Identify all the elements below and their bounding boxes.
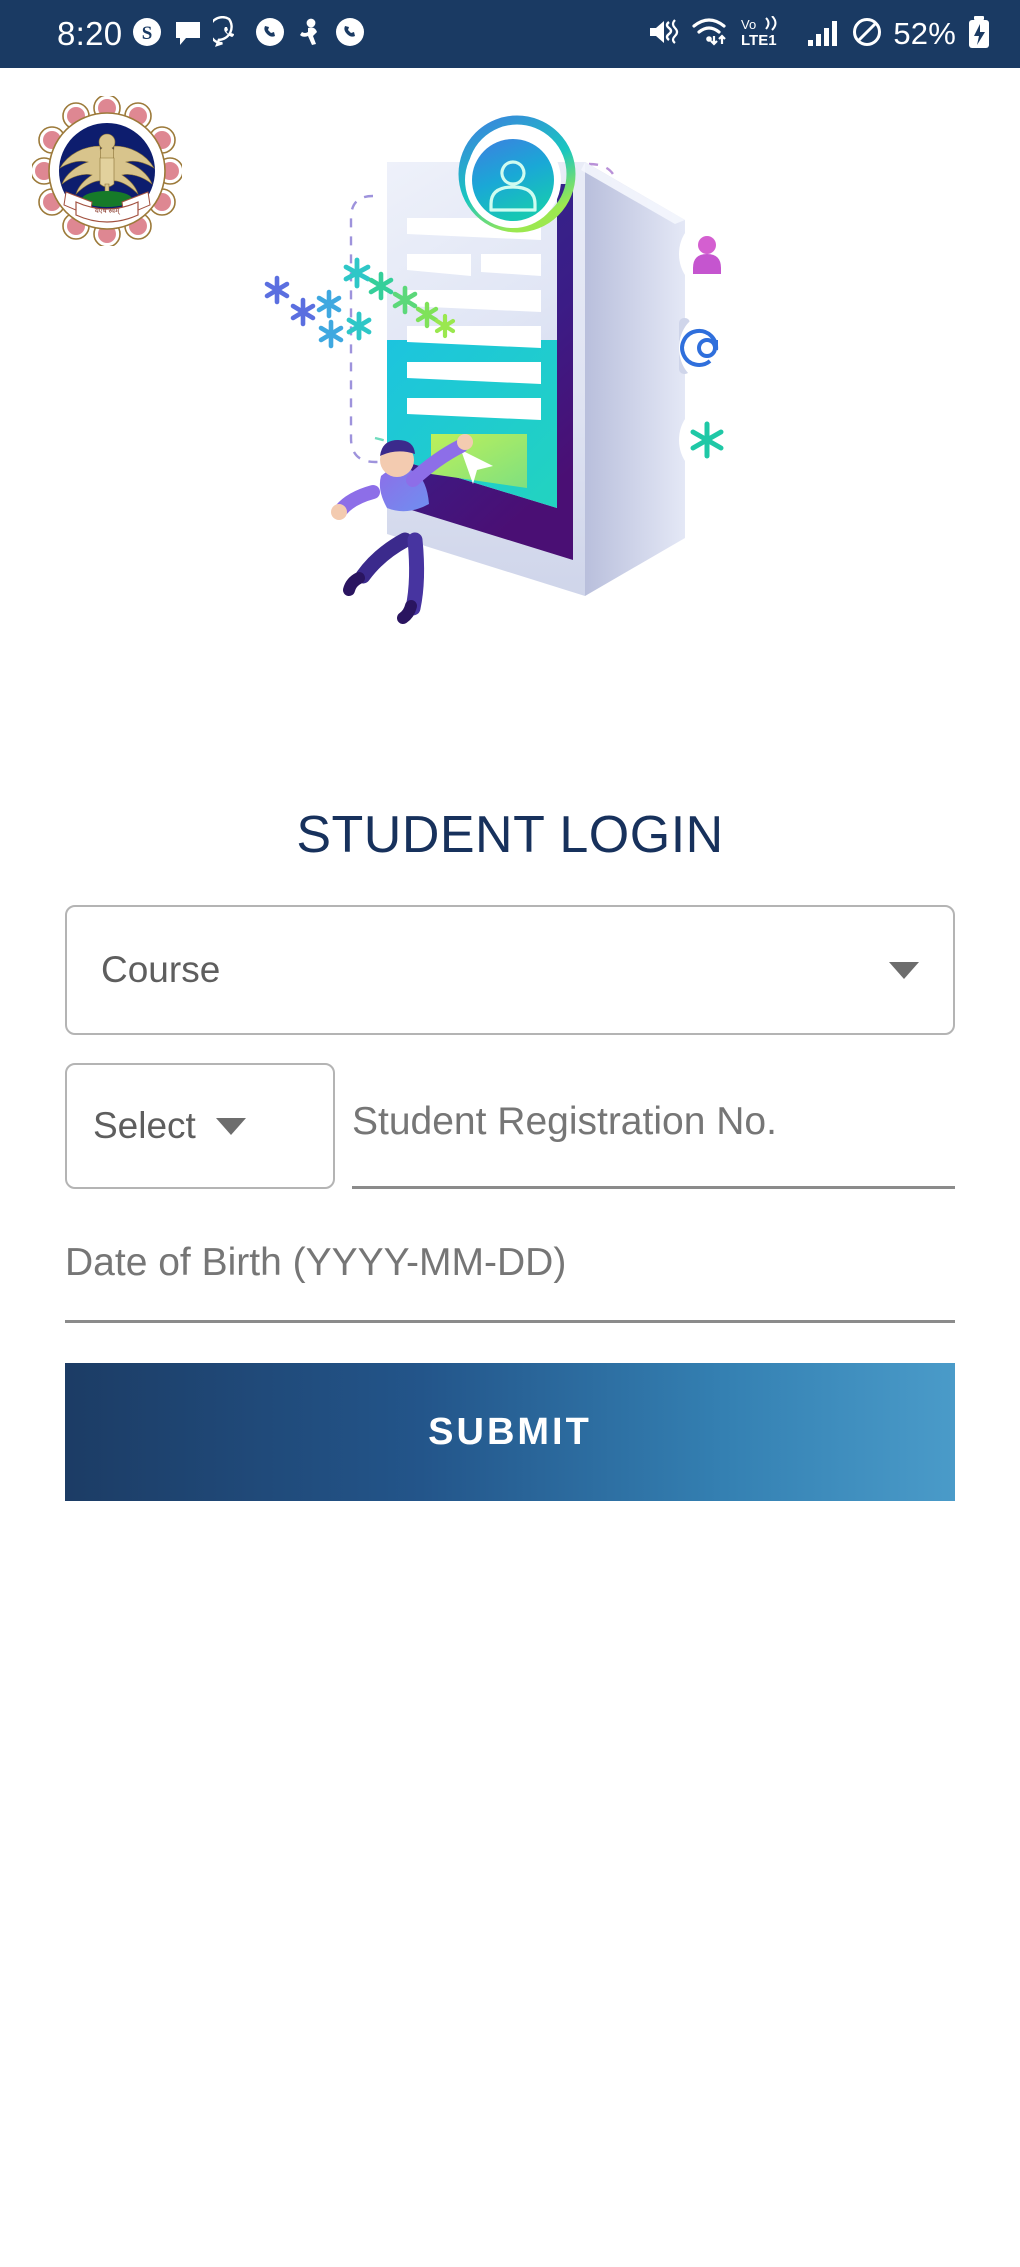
student-login-form: Course Select Student Registration No. D… [65,905,955,1501]
status-bar: 8:20 S Vo LTE1 52% [0,0,1020,68]
wifi-icon [691,17,729,52]
course-select[interactable]: Course [65,905,955,1035]
battery-charging-icon [966,15,992,54]
page-title: STUDENT LOGIN [296,806,724,864]
course-select-label: Course [101,949,221,990]
icai-emblem-logo: यएष स्वम् [30,94,184,248]
submit-button[interactable]: SUBMIT [65,1363,955,1501]
dob-input[interactable]: Date of Birth (YYYY-MM-DD) [65,1211,955,1323]
do-not-disturb-icon [851,16,883,53]
message-bubble-icon [172,16,204,53]
login-isometric-illustration [255,88,745,628]
registration-input-placeholder: Student Registration No. [352,1100,777,1143]
svg-text:यएष स्वम्: यएष स्वम् [95,207,121,215]
signal-bars-icon [807,17,841,52]
status-clock: 8:20 [57,15,123,52]
dob-input-placeholder: Date of Birth (YYYY-MM-DD) [65,1241,567,1284]
app-screen: यएष स्वम् 8:20 S Vo LTE1 52% STUDENT LOG… [0,0,1020,2267]
chevron-down-icon [215,1117,246,1135]
registration-input[interactable]: Student Registration No. [352,1063,955,1189]
status-bar-left: 8:20 S [0,15,366,53]
mute-vibrate-icon [647,17,681,52]
svg-text:Vo: Vo [741,17,756,32]
header-hero-banner: यएष स्वम् [0,0,1020,632]
phone-call-icon-2 [334,16,366,53]
svg-text:LTE1: LTE1 [741,32,777,48]
skype-icon: S [131,16,163,53]
registration-row: Select Student Registration No. [65,1063,955,1189]
chevron-down-icon [889,961,919,979]
status-bar-right: Vo LTE1 52% [647,14,1020,54]
prefix-select-label: Select [93,1105,196,1146]
volte-icon: Vo LTE1 [739,14,797,53]
phone-call-icon [254,16,286,53]
svg-text:S: S [142,23,153,44]
battery-percent-label: 52% [893,16,956,51]
person-running-icon [295,16,325,53]
prefix-select[interactable]: Select [65,1063,335,1189]
whatsapp-icon [208,15,245,53]
